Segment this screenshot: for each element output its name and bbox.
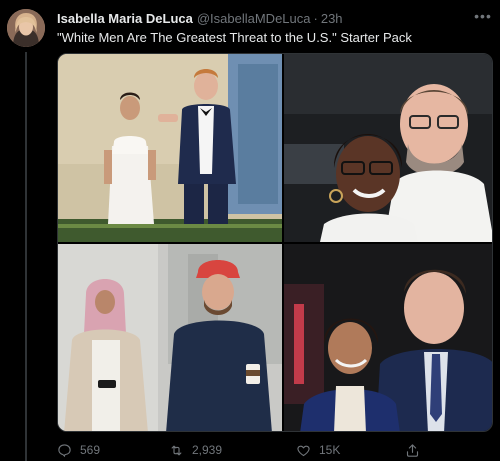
share-icon [406,443,419,457]
more-options-icon[interactable]: ••• [472,7,494,25]
avatar[interactable] [7,9,45,47]
retweet-count: 2,939 [192,443,223,457]
retweet-button[interactable]: 2,939 [169,443,222,458]
timestamp[interactable]: 23h [321,11,343,26]
photo-couple-formal-event[interactable] [58,54,282,242]
photo-couple-selfie[interactable] [284,54,492,242]
reply-count: 569 [80,443,101,457]
tweet-header: Isabella Maria DeLuca @IsabellaMDeLuca ·… [57,10,492,26]
separator-dot: · [313,10,318,26]
like-count: 15K [319,443,341,457]
media-grid [57,53,493,432]
author-name[interactable]: Isabella Maria DeLuca [57,11,193,26]
photo-couple-street-coffee[interactable] [58,244,282,431]
retweet-icon [171,445,182,455]
photo-couple-smiling-event[interactable] [284,244,492,431]
action-bar: 569 2,939 15K [57,441,437,459]
reply-icon [58,443,71,457]
thread-line [25,52,27,461]
author-handle[interactable]: @IsabellaMDeLuca [197,11,311,26]
heart-icon [297,445,310,456]
share-button[interactable] [405,443,428,458]
tweet-text: "White Men Are The Greatest Threat to th… [57,30,412,45]
like-button[interactable]: 15K [296,443,340,458]
reply-button[interactable]: 569 [57,443,100,458]
